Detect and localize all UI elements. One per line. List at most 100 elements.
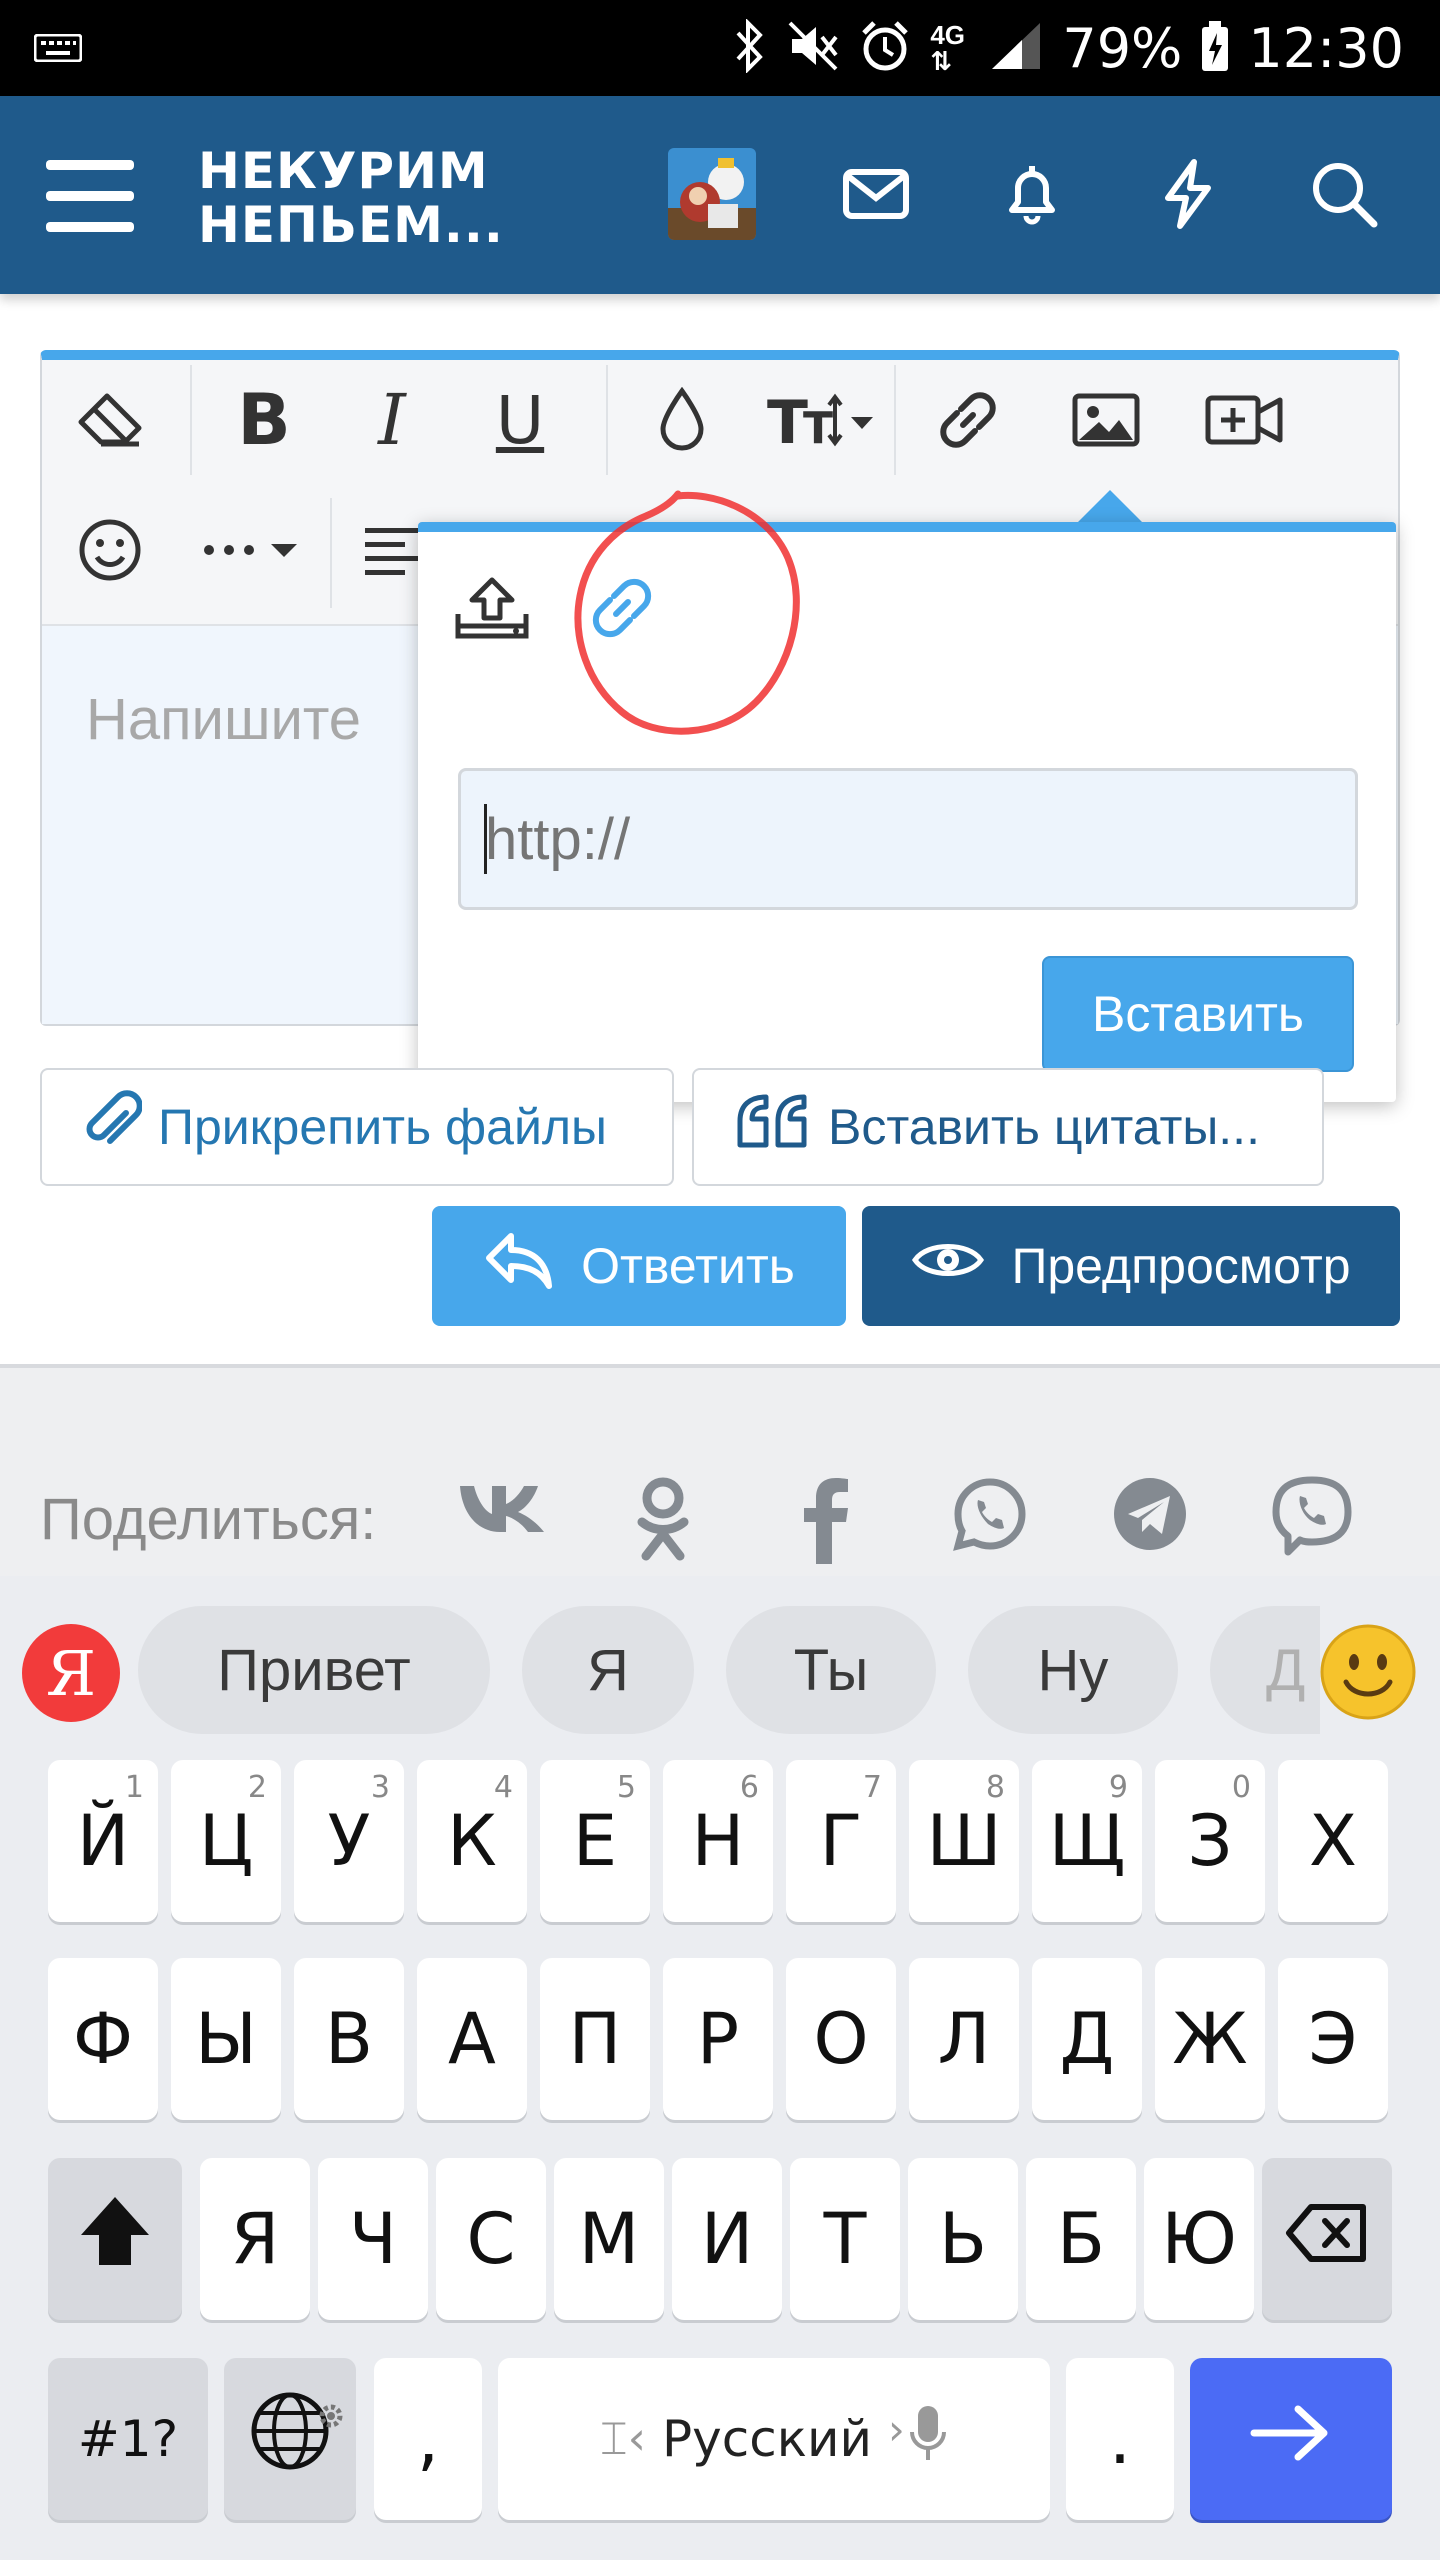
signal-icon (988, 19, 1044, 78)
video-icon[interactable] (1194, 370, 1294, 470)
link-icon[interactable] (918, 370, 1018, 470)
key[interactable]: И (672, 2158, 782, 2320)
key[interactable]: Щ9 (1032, 1760, 1142, 1922)
svg-text:T: T (803, 403, 833, 453)
vk-icon[interactable] (456, 1476, 548, 1541)
comma-key[interactable]: , (374, 2358, 482, 2520)
key[interactable]: Н6 (663, 1760, 773, 1922)
key[interactable]: С (436, 2158, 546, 2320)
yandex-logo[interactable]: Я (22, 1624, 120, 1722)
key[interactable]: Ф (48, 1958, 158, 2120)
lightning-icon[interactable] (1152, 158, 1224, 235)
url-input[interactable] (458, 768, 1358, 910)
insert-link-button[interactable]: Вставить (1042, 956, 1354, 1072)
battery-percent: 79% (1062, 16, 1183, 80)
facebook-icon[interactable] (796, 1476, 856, 1569)
key[interactable]: К4 (417, 1760, 527, 1922)
more-icon[interactable] (192, 500, 312, 600)
key[interactable]: Х (1278, 1760, 1388, 1922)
status-bar: 4G ⇅ 79% 12:30 (0, 0, 1440, 96)
italic-icon[interactable]: I (342, 370, 442, 470)
key[interactable]: Ш8 (909, 1760, 1019, 1922)
key[interactable]: Ж (1155, 1958, 1265, 2120)
app-header: НЕКУРИМ НЕПЬЕМ... (0, 96, 1440, 294)
bell-icon[interactable] (996, 158, 1068, 235)
key[interactable]: У3 (294, 1760, 404, 1922)
text-size-icon[interactable]: TT (762, 370, 882, 470)
period-key[interactable]: . (1066, 2358, 1174, 2520)
telegram-icon[interactable] (1112, 1476, 1188, 1557)
underline-icon[interactable]: U (470, 370, 570, 470)
site-logo[interactable]: НЕКУРИМ НЕПЬЕМ... (198, 144, 504, 252)
key[interactable]: Ю (1144, 2158, 1254, 2320)
enter-key[interactable] (1190, 2358, 1392, 2520)
clock: 12:30 (1248, 16, 1404, 80)
key[interactable]: Ч (318, 2158, 428, 2320)
network-type: 4G ⇅ (930, 20, 966, 76)
bold-icon[interactable]: B (214, 370, 314, 470)
key[interactable]: Я (200, 2158, 310, 2320)
key[interactable]: Е5 (540, 1760, 650, 1922)
suggestion[interactable]: Я (522, 1606, 694, 1734)
key[interactable]: М (554, 2158, 664, 2320)
backspace-icon (1285, 2198, 1369, 2280)
alarm-icon (858, 19, 912, 78)
key[interactable]: Й1 (48, 1760, 158, 1922)
emoji-icon[interactable] (1318, 1622, 1418, 1727)
key[interactable]: Э (1278, 1958, 1388, 2120)
smiley-icon[interactable] (60, 500, 160, 600)
key[interactable]: Д (1032, 1958, 1142, 2120)
text-cursor (484, 804, 487, 874)
space-key[interactable]: ⌶‹ Русский › (498, 2358, 1050, 2520)
avatar[interactable] (668, 148, 756, 240)
reply-label: Ответить (581, 1238, 795, 1294)
suggestion[interactable]: Привет (138, 1606, 490, 1734)
insert-quotes-button[interactable]: Вставить цитаты... (692, 1068, 1324, 1186)
odnoklassniki-icon[interactable] (628, 1476, 698, 1569)
reply-button[interactable]: Ответить (432, 1206, 846, 1326)
key[interactable]: Л (909, 1958, 1019, 2120)
shift-key[interactable] (48, 2158, 182, 2320)
cursor-move-icon: ⌶‹ (600, 2411, 647, 2465)
key[interactable]: З0 (1155, 1760, 1265, 1922)
symbols-key[interactable]: #1? (48, 2358, 208, 2520)
key[interactable]: Г7 (786, 1760, 896, 1922)
share-section: Поделиться: (0, 1368, 1440, 1576)
menu-icon[interactable] (46, 158, 134, 239)
search-icon[interactable] (1308, 158, 1380, 235)
svg-text:›: › (888, 2405, 905, 2454)
virtual-keyboard: Я Привет Я Ты Ну Д Й1 Ц2 У3 К4 Е5 Н6 Г7 … (0, 1576, 1440, 2560)
key[interactable]: Ь (908, 2158, 1018, 2320)
key[interactable]: В (294, 1958, 404, 2120)
key[interactable]: Ы (171, 1958, 281, 2120)
mute-icon (786, 19, 840, 78)
mail-icon[interactable] (840, 158, 912, 235)
suggestion[interactable]: Ты (726, 1606, 936, 1734)
color-drop-icon[interactable] (632, 370, 732, 470)
image-icon[interactable] (1056, 370, 1156, 470)
attach-files-button[interactable]: Прикрепить файлы (40, 1068, 674, 1186)
svg-text:T: T (767, 388, 808, 453)
space-language-label: Русский (662, 2410, 872, 2468)
key[interactable]: О (786, 1958, 896, 2120)
key[interactable]: Р (663, 1958, 773, 2120)
key[interactable]: Т (790, 2158, 900, 2320)
preview-button[interactable]: Предпросмотр (862, 1206, 1400, 1326)
key[interactable]: А (417, 1958, 527, 2120)
upload-icon[interactable] (452, 574, 532, 651)
language-key[interactable] (224, 2358, 356, 2520)
toolbar-separator (894, 365, 896, 475)
key[interactable]: Ц2 (171, 1760, 281, 1922)
suggestion[interactable]: Д (1210, 1606, 1320, 1734)
suggestion[interactable]: Ну (968, 1606, 1178, 1734)
backspace-key[interactable] (1262, 2158, 1392, 2320)
viber-icon[interactable] (1272, 1476, 1352, 1561)
whatsapp-icon[interactable] (952, 1476, 1028, 1557)
attach-files-label: Прикрепить файлы (158, 1099, 607, 1155)
eraser-icon[interactable] (60, 370, 160, 470)
editor-placeholder: Напишите (86, 687, 362, 752)
key[interactable]: П (540, 1958, 650, 2120)
share-label: Поделиться: (40, 1487, 377, 1552)
key[interactable]: Б (1026, 2158, 1136, 2320)
brand-line-1: НЕКУРИМ (198, 142, 489, 200)
